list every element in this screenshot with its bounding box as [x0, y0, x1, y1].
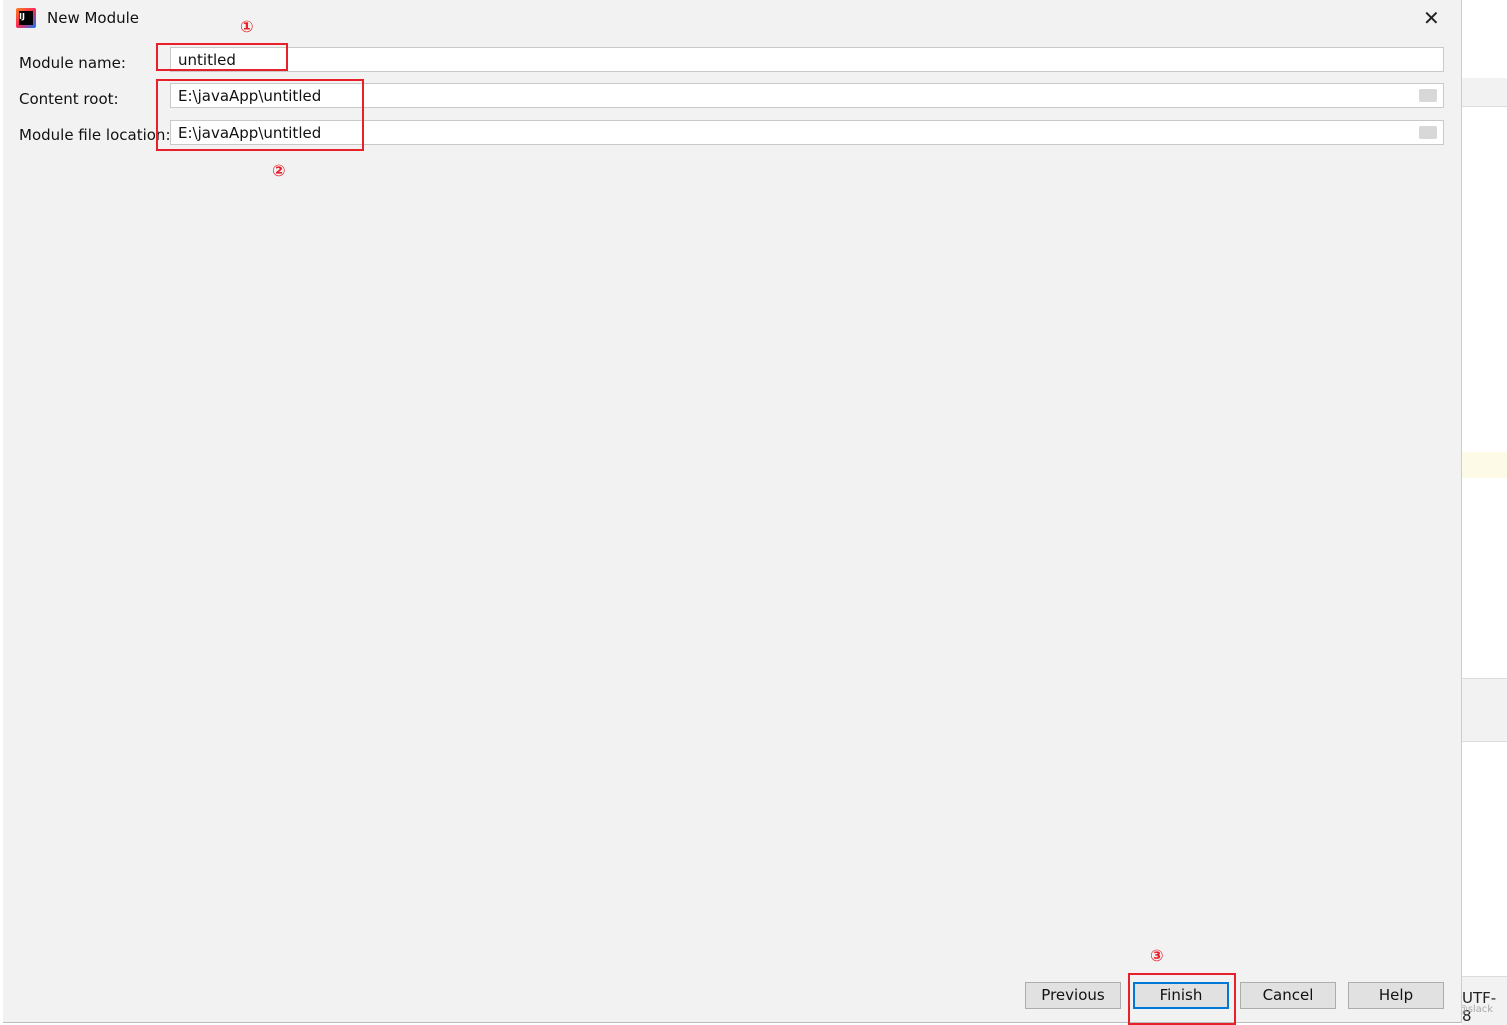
module-name-input[interactable]: untitled	[170, 47, 1444, 72]
finish-button[interactable]: Finish	[1133, 982, 1229, 1009]
folder-browse-icon[interactable]	[1419, 126, 1437, 139]
new-module-dialog: New Module ✕ Module name: untitled Conte…	[3, 0, 1462, 1025]
annotation-number-2: ②	[272, 161, 286, 180]
ide-panel	[1462, 678, 1507, 742]
annotation-box-2	[156, 79, 364, 151]
ide-toolbar	[1462, 78, 1507, 107]
annotation-number-3: ③	[1150, 946, 1164, 965]
annotation-number-1: ①	[240, 17, 254, 36]
ide-background: UTF-8	[1462, 0, 1507, 1025]
annotation-box-1	[156, 43, 288, 71]
module-name-label: Module name:	[19, 54, 126, 72]
help-button[interactable]: Help	[1348, 982, 1444, 1009]
intellij-logo-icon	[16, 8, 36, 28]
cancel-button[interactable]: Cancel	[1240, 982, 1336, 1009]
close-icon[interactable]: ✕	[1423, 6, 1440, 30]
module-file-location-label: Module file location:	[19, 126, 171, 144]
content-root-label: Content root:	[19, 90, 119, 108]
ide-highlight-line	[1462, 452, 1507, 478]
folder-browse-icon[interactable]	[1419, 89, 1437, 102]
ide-status-bar: UTF-8	[1462, 976, 1507, 1025]
dialog-title: New Module	[47, 9, 140, 27]
previous-button[interactable]: Previous	[1025, 982, 1121, 1009]
